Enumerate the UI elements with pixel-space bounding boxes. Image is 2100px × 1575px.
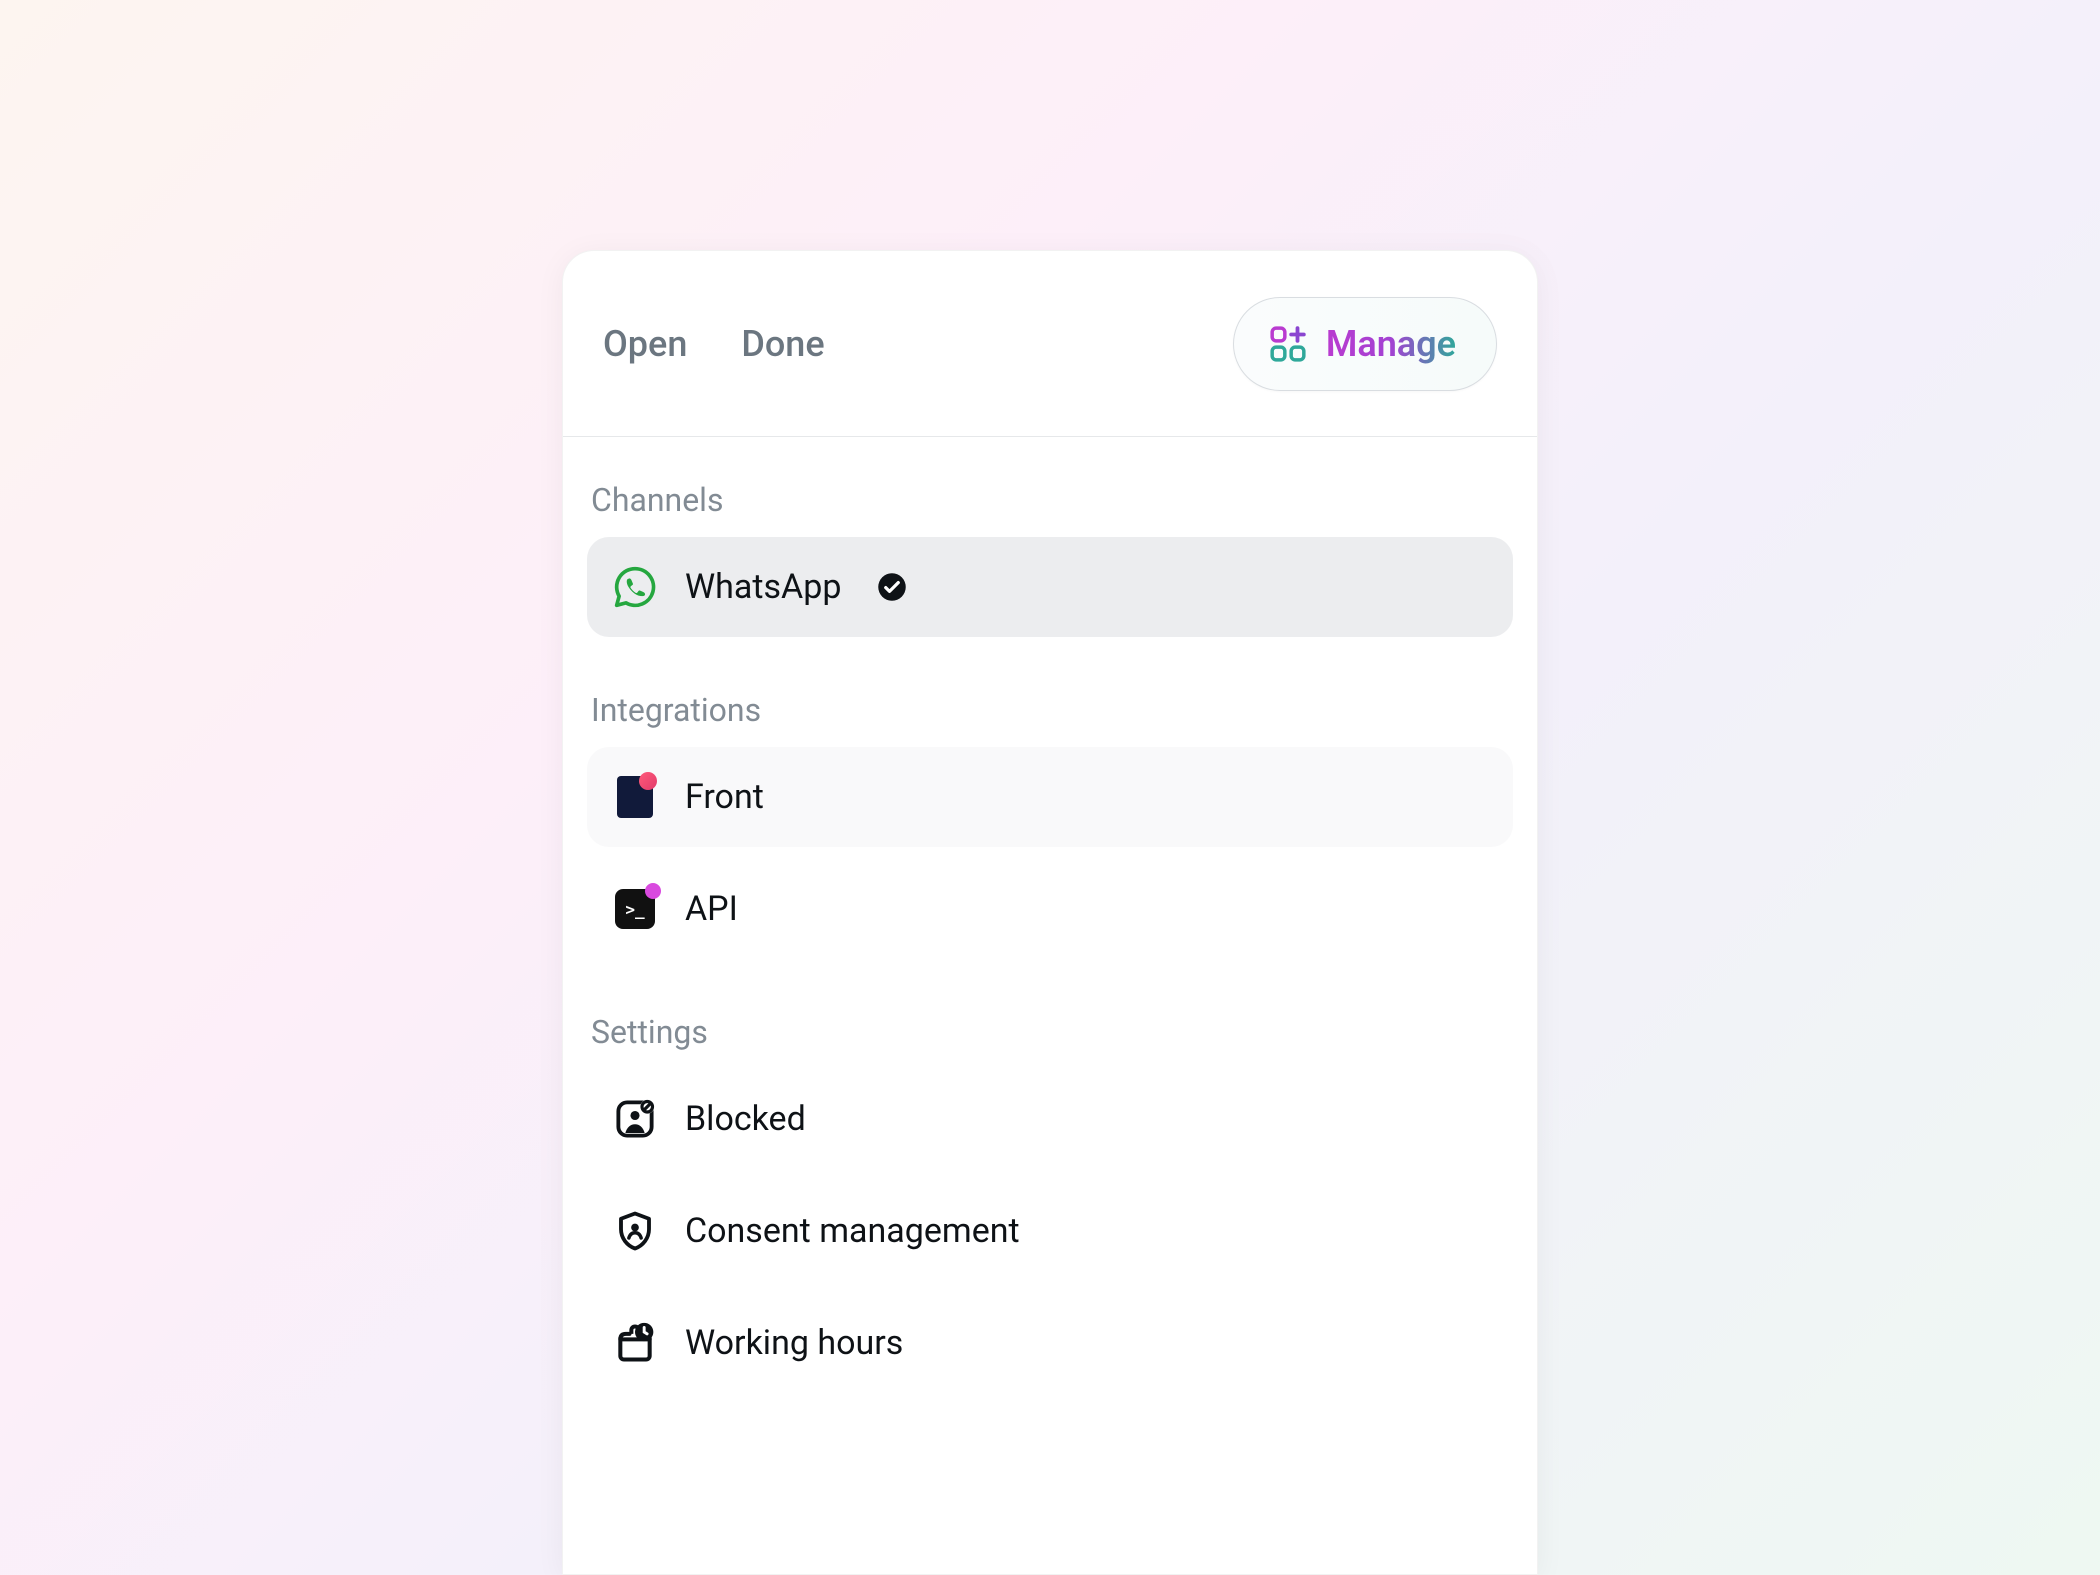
section-label-channels: Channels	[587, 481, 1513, 519]
settings-item-consent[interactable]: Consent management	[587, 1181, 1513, 1281]
shield-user-icon	[613, 1209, 657, 1253]
channel-item-whatsapp[interactable]: WhatsApp	[587, 537, 1513, 637]
panel-body: Channels WhatsApp Integrations F	[563, 437, 1537, 1393]
settings-item-blocked[interactable]: Blocked	[587, 1069, 1513, 1169]
integration-label: API	[685, 889, 738, 929]
panel-header: Open Done Manage	[563, 251, 1537, 437]
section-label-integrations: Integrations	[587, 691, 1513, 729]
api-icon: >_	[613, 887, 657, 931]
section-label-settings: Settings	[587, 1013, 1513, 1051]
front-icon	[613, 775, 657, 819]
blocked-user-icon	[613, 1097, 657, 1141]
tab-done[interactable]: Done	[741, 323, 824, 365]
integration-item-api[interactable]: >_ API	[587, 859, 1513, 959]
whatsapp-icon	[613, 565, 657, 609]
settings-label: Working hours	[685, 1323, 903, 1363]
integration-label: Front	[685, 777, 764, 817]
settings-label: Consent management	[685, 1211, 1020, 1251]
manage-button[interactable]: Manage	[1233, 297, 1497, 391]
settings-item-working-hours[interactable]: Working hours	[587, 1293, 1513, 1393]
settings-label: Blocked	[685, 1099, 806, 1139]
working-hours-icon	[613, 1321, 657, 1365]
settings-panel: Open Done Manage Channels	[562, 250, 1538, 1575]
manage-label: Manage	[1326, 323, 1456, 365]
channel-label: WhatsApp	[685, 567, 841, 607]
integration-item-front[interactable]: Front	[587, 747, 1513, 847]
verified-icon	[877, 572, 907, 602]
tab-open[interactable]: Open	[603, 323, 687, 365]
header-tabs: Open Done	[603, 323, 1233, 365]
grid-plus-icon	[1266, 322, 1310, 366]
